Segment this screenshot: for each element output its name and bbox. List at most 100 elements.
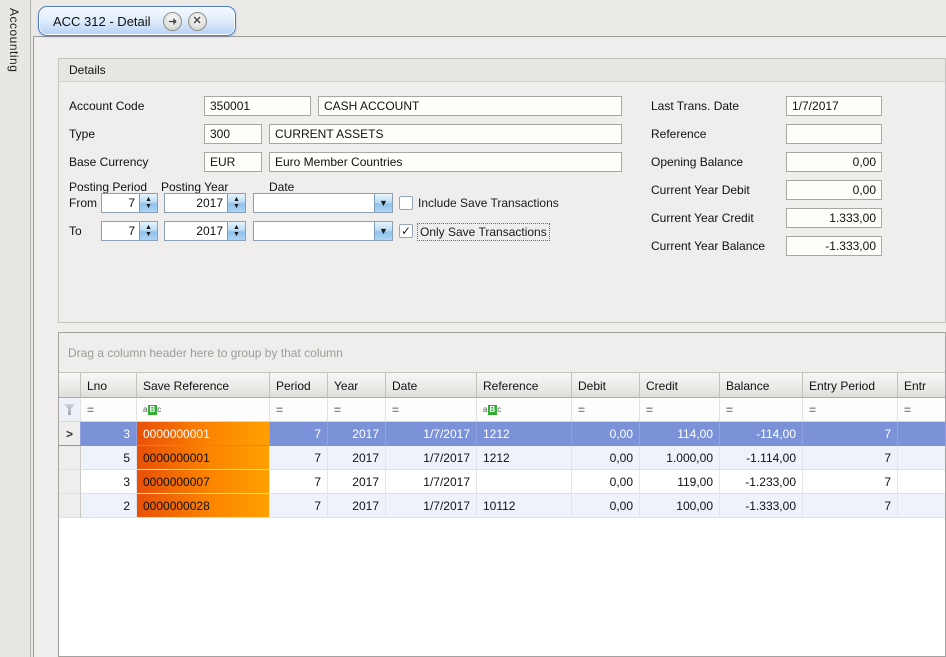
to-year-spinner[interactable]: 2017 ▲▼	[164, 221, 246, 241]
table-row[interactable]: 30000000007720171/7/20170,00119,00-1.233…	[59, 470, 945, 494]
grid-cell[interactable]: 114,00	[640, 422, 720, 446]
column-header-period[interactable]: Period	[270, 372, 328, 398]
grid-cell[interactable]: -1.114,00	[720, 446, 803, 470]
filter-cell[interactable]: =	[328, 398, 386, 422]
grid-cell[interactable]: 10112	[477, 494, 572, 518]
grid-cell[interactable]: 1212	[477, 446, 572, 470]
tab-acc312-detail[interactable]: ACC 312 - Detail ✕	[38, 6, 236, 36]
filter-cell[interactable]: =	[803, 398, 898, 422]
grid-cell[interactable]: 1/7/2017	[386, 422, 477, 446]
grid-cell[interactable]: 119,00	[640, 470, 720, 494]
grid-cell[interactable]: 2017	[328, 446, 386, 470]
tab-page-content: Details Account Code 350001 CASH ACCOUNT…	[33, 36, 946, 657]
to-period-value[interactable]: 7	[102, 222, 139, 240]
from-period-spin-buttons[interactable]: ▲▼	[139, 194, 157, 212]
to-period-spinner[interactable]: 7 ▲▼	[101, 221, 158, 241]
grid-cell[interactable]: 5	[81, 446, 137, 470]
table-row[interactable]: 20000000028720171/7/2017101120,00100,00-…	[59, 494, 945, 518]
to-year-spin-buttons[interactable]: ▲▼	[227, 222, 245, 240]
grid-cell[interactable]: -1.233,00	[720, 470, 803, 494]
filter-cell[interactable]: aBc	[137, 398, 270, 422]
grid-cell[interactable]	[898, 470, 946, 494]
from-year-value[interactable]: 2017	[165, 194, 227, 212]
to-date-value[interactable]	[254, 222, 374, 240]
from-year-spinner[interactable]: 2017 ▲▼	[164, 193, 246, 213]
filter-funnel-icon[interactable]	[64, 404, 75, 415]
to-date-combo[interactable]: ▼	[253, 221, 393, 241]
table-row[interactable]: 50000000001720171/7/201712120,001.000,00…	[59, 446, 945, 470]
grid-cell[interactable]: 0,00	[572, 494, 640, 518]
include-save-transactions-checkbox[interactable]	[399, 196, 413, 210]
to-date-dropdown-icon[interactable]: ▼	[374, 222, 392, 240]
grid-cell[interactable]: 1/7/2017	[386, 446, 477, 470]
close-icon[interactable]: ✕	[188, 12, 207, 31]
from-date-dropdown-icon[interactable]: ▼	[374, 194, 392, 212]
grid-cell[interactable]: 2017	[328, 470, 386, 494]
column-header-entry-period[interactable]: Entry Period	[803, 372, 898, 398]
grid-cell[interactable]: 0000000028	[137, 494, 270, 518]
from-period-spinner[interactable]: 7 ▲▼	[101, 193, 158, 213]
grid-cell[interactable]: 2017	[328, 422, 386, 446]
filter-cell[interactable]: =	[898, 398, 946, 422]
grid-cell[interactable]: 7	[803, 422, 898, 446]
grid-cell[interactable]: 0000000007	[137, 470, 270, 494]
grid-cell[interactable]: 100,00	[640, 494, 720, 518]
filter-cell[interactable]: =	[270, 398, 328, 422]
filter-cell[interactable]: =	[81, 398, 137, 422]
grid-cell[interactable]: -114,00	[720, 422, 803, 446]
from-period-value[interactable]: 7	[102, 194, 139, 212]
only-save-transactions-label[interactable]: Only Save Transactions	[417, 223, 550, 241]
grid-cell[interactable]: 1/7/2017	[386, 470, 477, 494]
column-header-entr[interactable]: Entr	[898, 372, 946, 398]
table-row[interactable]: >30000000001720171/7/201712120,00114,00-…	[59, 422, 945, 446]
filter-cell[interactable]: =	[720, 398, 803, 422]
column-header-credit[interactable]: Credit	[640, 372, 720, 398]
column-header-save-reference[interactable]: Save Reference	[137, 372, 270, 398]
filter-cell[interactable]: aBc	[477, 398, 572, 422]
grid-cell[interactable]: 1/7/2017	[386, 494, 477, 518]
only-save-transactions-checkbox[interactable]: ✓	[399, 224, 413, 238]
grid-cell[interactable]: 7	[270, 494, 328, 518]
grid-cell[interactable]	[898, 446, 946, 470]
grid-cell[interactable]: 0,00	[572, 422, 640, 446]
from-year-spin-buttons[interactable]: ▲▼	[227, 194, 245, 212]
grid-cell[interactable]: 7	[270, 446, 328, 470]
to-period-spin-buttons[interactable]: ▲▼	[139, 222, 157, 240]
grid-cell[interactable]: 7	[803, 470, 898, 494]
grid-cell[interactable]: 7	[803, 446, 898, 470]
grid-cell[interactable]: 7	[270, 422, 328, 446]
grid-cell[interactable]: 0000000001	[137, 422, 270, 446]
grid-group-panel[interactable]: Drag a column header here to group by th…	[59, 333, 945, 372]
grid-cell[interactable]: 3	[81, 422, 137, 446]
column-header-lno[interactable]: Lno	[81, 372, 137, 398]
grid-cell[interactable]	[477, 470, 572, 494]
grid-cell[interactable]: 7	[803, 494, 898, 518]
filter-cell[interactable]: =	[640, 398, 720, 422]
grid-cell[interactable]: 3	[81, 470, 137, 494]
grid-cell[interactable]: 1212	[477, 422, 572, 446]
column-header-balance[interactable]: Balance	[720, 372, 803, 398]
grid-cell[interactable]: 2	[81, 494, 137, 518]
from-date-value[interactable]	[254, 194, 374, 212]
grid-cell[interactable]: 2017	[328, 494, 386, 518]
grid-cell[interactable]: 1.000,00	[640, 446, 720, 470]
pin-icon[interactable]	[163, 12, 182, 31]
filter-cell[interactable]: =	[572, 398, 640, 422]
column-header-debit[interactable]: Debit	[572, 372, 640, 398]
column-header-year[interactable]: Year	[328, 372, 386, 398]
grid-cell[interactable]: 7	[270, 470, 328, 494]
grid-cell[interactable]: -1.333,00	[720, 494, 803, 518]
summary-label: Current Year Balance	[651, 236, 765, 256]
filter-cell[interactable]: =	[386, 398, 477, 422]
grid-cell[interactable]: 0,00	[572, 470, 640, 494]
grid-cell[interactable]	[898, 422, 946, 446]
column-header-date[interactable]: Date	[386, 372, 477, 398]
dock-tab-accounting[interactable]: Accounting	[7, 8, 21, 72]
grid-cell[interactable]: 0,00	[572, 446, 640, 470]
grid-cell[interactable]: 0000000001	[137, 446, 270, 470]
column-header-reference[interactable]: Reference	[477, 372, 572, 398]
include-save-transactions-label[interactable]: Include Save Transactions	[418, 195, 559, 211]
from-date-combo[interactable]: ▼	[253, 193, 393, 213]
grid-cell[interactable]	[898, 494, 946, 518]
to-year-value[interactable]: 2017	[165, 222, 227, 240]
